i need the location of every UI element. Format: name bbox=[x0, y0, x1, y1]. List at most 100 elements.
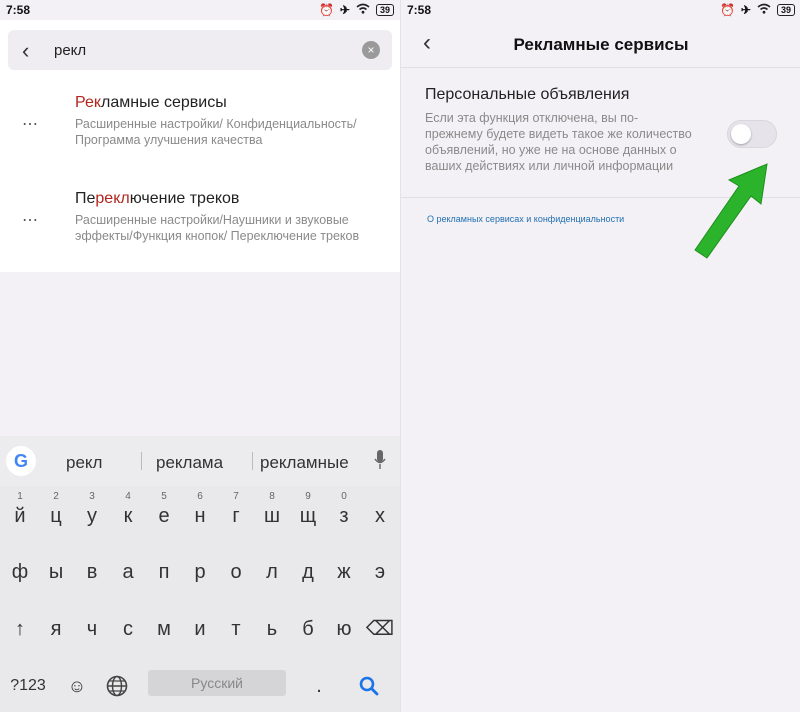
key-3[interactable]: а bbox=[109, 554, 147, 590]
key-6[interactable]: 7г bbox=[217, 492, 255, 534]
clear-icon[interactable]: × bbox=[362, 41, 380, 59]
key-label: ф bbox=[11, 561, 29, 583]
key-3[interactable]: с bbox=[109, 611, 147, 647]
microphone-icon[interactable] bbox=[374, 450, 386, 470]
airplane-icon: ✈ bbox=[339, 3, 350, 17]
key-label: р bbox=[194, 561, 206, 583]
key-number-hint: 7 bbox=[233, 491, 239, 502]
key-number-hint: 6 bbox=[197, 491, 203, 502]
key-5[interactable]: 6н bbox=[181, 492, 219, 534]
key-7[interactable]: ь bbox=[253, 611, 291, 647]
key-label: ю bbox=[336, 618, 352, 640]
key-label: й bbox=[14, 505, 26, 527]
key-9[interactable]: ю bbox=[325, 611, 363, 647]
key-4[interactable]: м bbox=[145, 611, 183, 647]
key-6[interactable]: т bbox=[217, 611, 255, 647]
search-field[interactable]: ‹ рекл × bbox=[8, 30, 392, 70]
search-results: ⋯ Рекламные сервисы Расширенные настройк… bbox=[0, 80, 400, 272]
key-2[interactable]: 3у bbox=[73, 492, 111, 534]
result-title: Рекламные сервисы bbox=[75, 94, 227, 111]
more-icon: ⋯ bbox=[22, 212, 39, 229]
google-logo-icon[interactable]: G bbox=[6, 446, 36, 476]
battery-indicator: 39 bbox=[776, 4, 795, 16]
setting-description: Если эта функция отключена, вы по-прежне… bbox=[425, 111, 692, 173]
key-0[interactable]: 1й bbox=[1, 492, 39, 534]
key-label: з bbox=[339, 505, 349, 527]
keyboard: G рекл реклама рекламные 1й2ц3у4к5е6н7г8… bbox=[0, 436, 400, 712]
key-5[interactable]: р bbox=[181, 554, 219, 590]
key-1[interactable]: 2ц bbox=[37, 492, 75, 534]
setting-title: Персональные объявления bbox=[425, 86, 630, 103]
status-bar: 7:58 ⏰ ✈ 39 bbox=[401, 0, 800, 20]
key-10[interactable]: х bbox=[361, 498, 399, 534]
key-label: я bbox=[50, 618, 62, 640]
list-item[interactable]: ⋯ Переключение треков Расширенные настро… bbox=[0, 176, 400, 272]
key-label: а bbox=[122, 561, 134, 583]
key-0[interactable]: ф bbox=[1, 554, 39, 590]
key-7[interactable]: 8ш bbox=[253, 492, 291, 534]
more-icon: ⋯ bbox=[22, 116, 39, 133]
back-icon[interactable]: ‹ bbox=[22, 38, 29, 64]
emoji-key[interactable]: ☺ bbox=[58, 668, 96, 704]
suggestion-bar: G рекл реклама рекламные bbox=[0, 436, 400, 486]
key-2[interactable]: ч bbox=[73, 611, 111, 647]
key-5[interactable]: и bbox=[181, 611, 219, 647]
wifi-icon bbox=[356, 3, 370, 17]
key-label: л bbox=[266, 561, 278, 583]
key-9[interactable]: ж bbox=[325, 554, 363, 590]
key-label: ь bbox=[266, 618, 278, 640]
key-7[interactable]: л bbox=[253, 554, 291, 590]
result-path: Расширенные настройки/Наушники и звуковы… bbox=[75, 213, 360, 243]
key-2[interactable]: в bbox=[73, 554, 111, 590]
symbols-key[interactable]: ?123 bbox=[6, 668, 50, 704]
key-number-hint: 1 bbox=[17, 491, 23, 502]
suggestion-3[interactable]: рекламные bbox=[260, 453, 349, 473]
ad-services-screen: 7:58 ⏰ ✈ 39 ‹ Рекламные сервисы Персонал… bbox=[400, 0, 800, 712]
space-key[interactable]: Русский bbox=[148, 670, 286, 696]
alarm-icon: ⏰ bbox=[719, 3, 735, 17]
search-key[interactable] bbox=[350, 668, 388, 704]
toggle-knob bbox=[731, 124, 751, 144]
key-label: к bbox=[123, 505, 133, 527]
key-8[interactable]: д bbox=[289, 554, 327, 590]
key-4[interactable]: п bbox=[145, 554, 183, 590]
suggestion-divider bbox=[141, 452, 142, 470]
result-title: Переключение треков bbox=[75, 190, 240, 207]
key-label: ч bbox=[86, 618, 98, 640]
key-label: э bbox=[374, 561, 386, 583]
key-number-hint: 2 bbox=[53, 491, 59, 502]
key-8[interactable]: б bbox=[289, 611, 327, 647]
key-3[interactable]: 4к bbox=[109, 492, 147, 534]
key-label: у bbox=[87, 505, 97, 527]
personal-ads-toggle[interactable] bbox=[727, 120, 777, 148]
key-10[interactable]: э bbox=[361, 554, 399, 590]
suggestion-1[interactable]: рекл bbox=[66, 453, 102, 473]
key-8[interactable]: 9щ bbox=[289, 492, 327, 534]
key-label: д bbox=[302, 561, 314, 583]
battery-indicator: 39 bbox=[375, 4, 394, 16]
key-number-hint: 4 bbox=[125, 491, 131, 502]
alarm-icon: ⏰ bbox=[318, 3, 334, 17]
key-10[interactable]: ⌫ bbox=[361, 611, 399, 647]
key-9[interactable]: 0з bbox=[325, 492, 363, 534]
result-path: Расширенные настройки/ Конфиденциальност… bbox=[75, 117, 357, 147]
suggestion-2[interactable]: реклама bbox=[156, 453, 223, 473]
list-item[interactable]: ⋯ Рекламные сервисы Расширенные настройк… bbox=[0, 80, 400, 176]
key-1[interactable]: я bbox=[37, 611, 75, 647]
page-header: ‹ Рекламные сервисы bbox=[401, 20, 800, 68]
key-number-hint: 0 bbox=[341, 491, 347, 502]
key-number-hint: 3 bbox=[89, 491, 95, 502]
key-label: и bbox=[194, 618, 206, 640]
key-label: щ bbox=[299, 505, 317, 527]
status-bar: 7:58 ⏰ ✈ 39 bbox=[0, 0, 400, 20]
globe-icon[interactable] bbox=[98, 668, 136, 704]
key-4[interactable]: 5е bbox=[145, 492, 183, 534]
key-label: г bbox=[232, 505, 240, 527]
search-input[interactable]: рекл bbox=[54, 42, 86, 59]
key-1[interactable]: ы bbox=[37, 554, 75, 590]
key-0[interactable]: ↑ bbox=[1, 611, 39, 647]
period-key[interactable]: . bbox=[300, 668, 338, 704]
suggestion-divider bbox=[252, 452, 253, 470]
privacy-link[interactable]: О рекламных сервисах и конфиденциальност… bbox=[427, 214, 624, 224]
key-6[interactable]: о bbox=[217, 554, 255, 590]
